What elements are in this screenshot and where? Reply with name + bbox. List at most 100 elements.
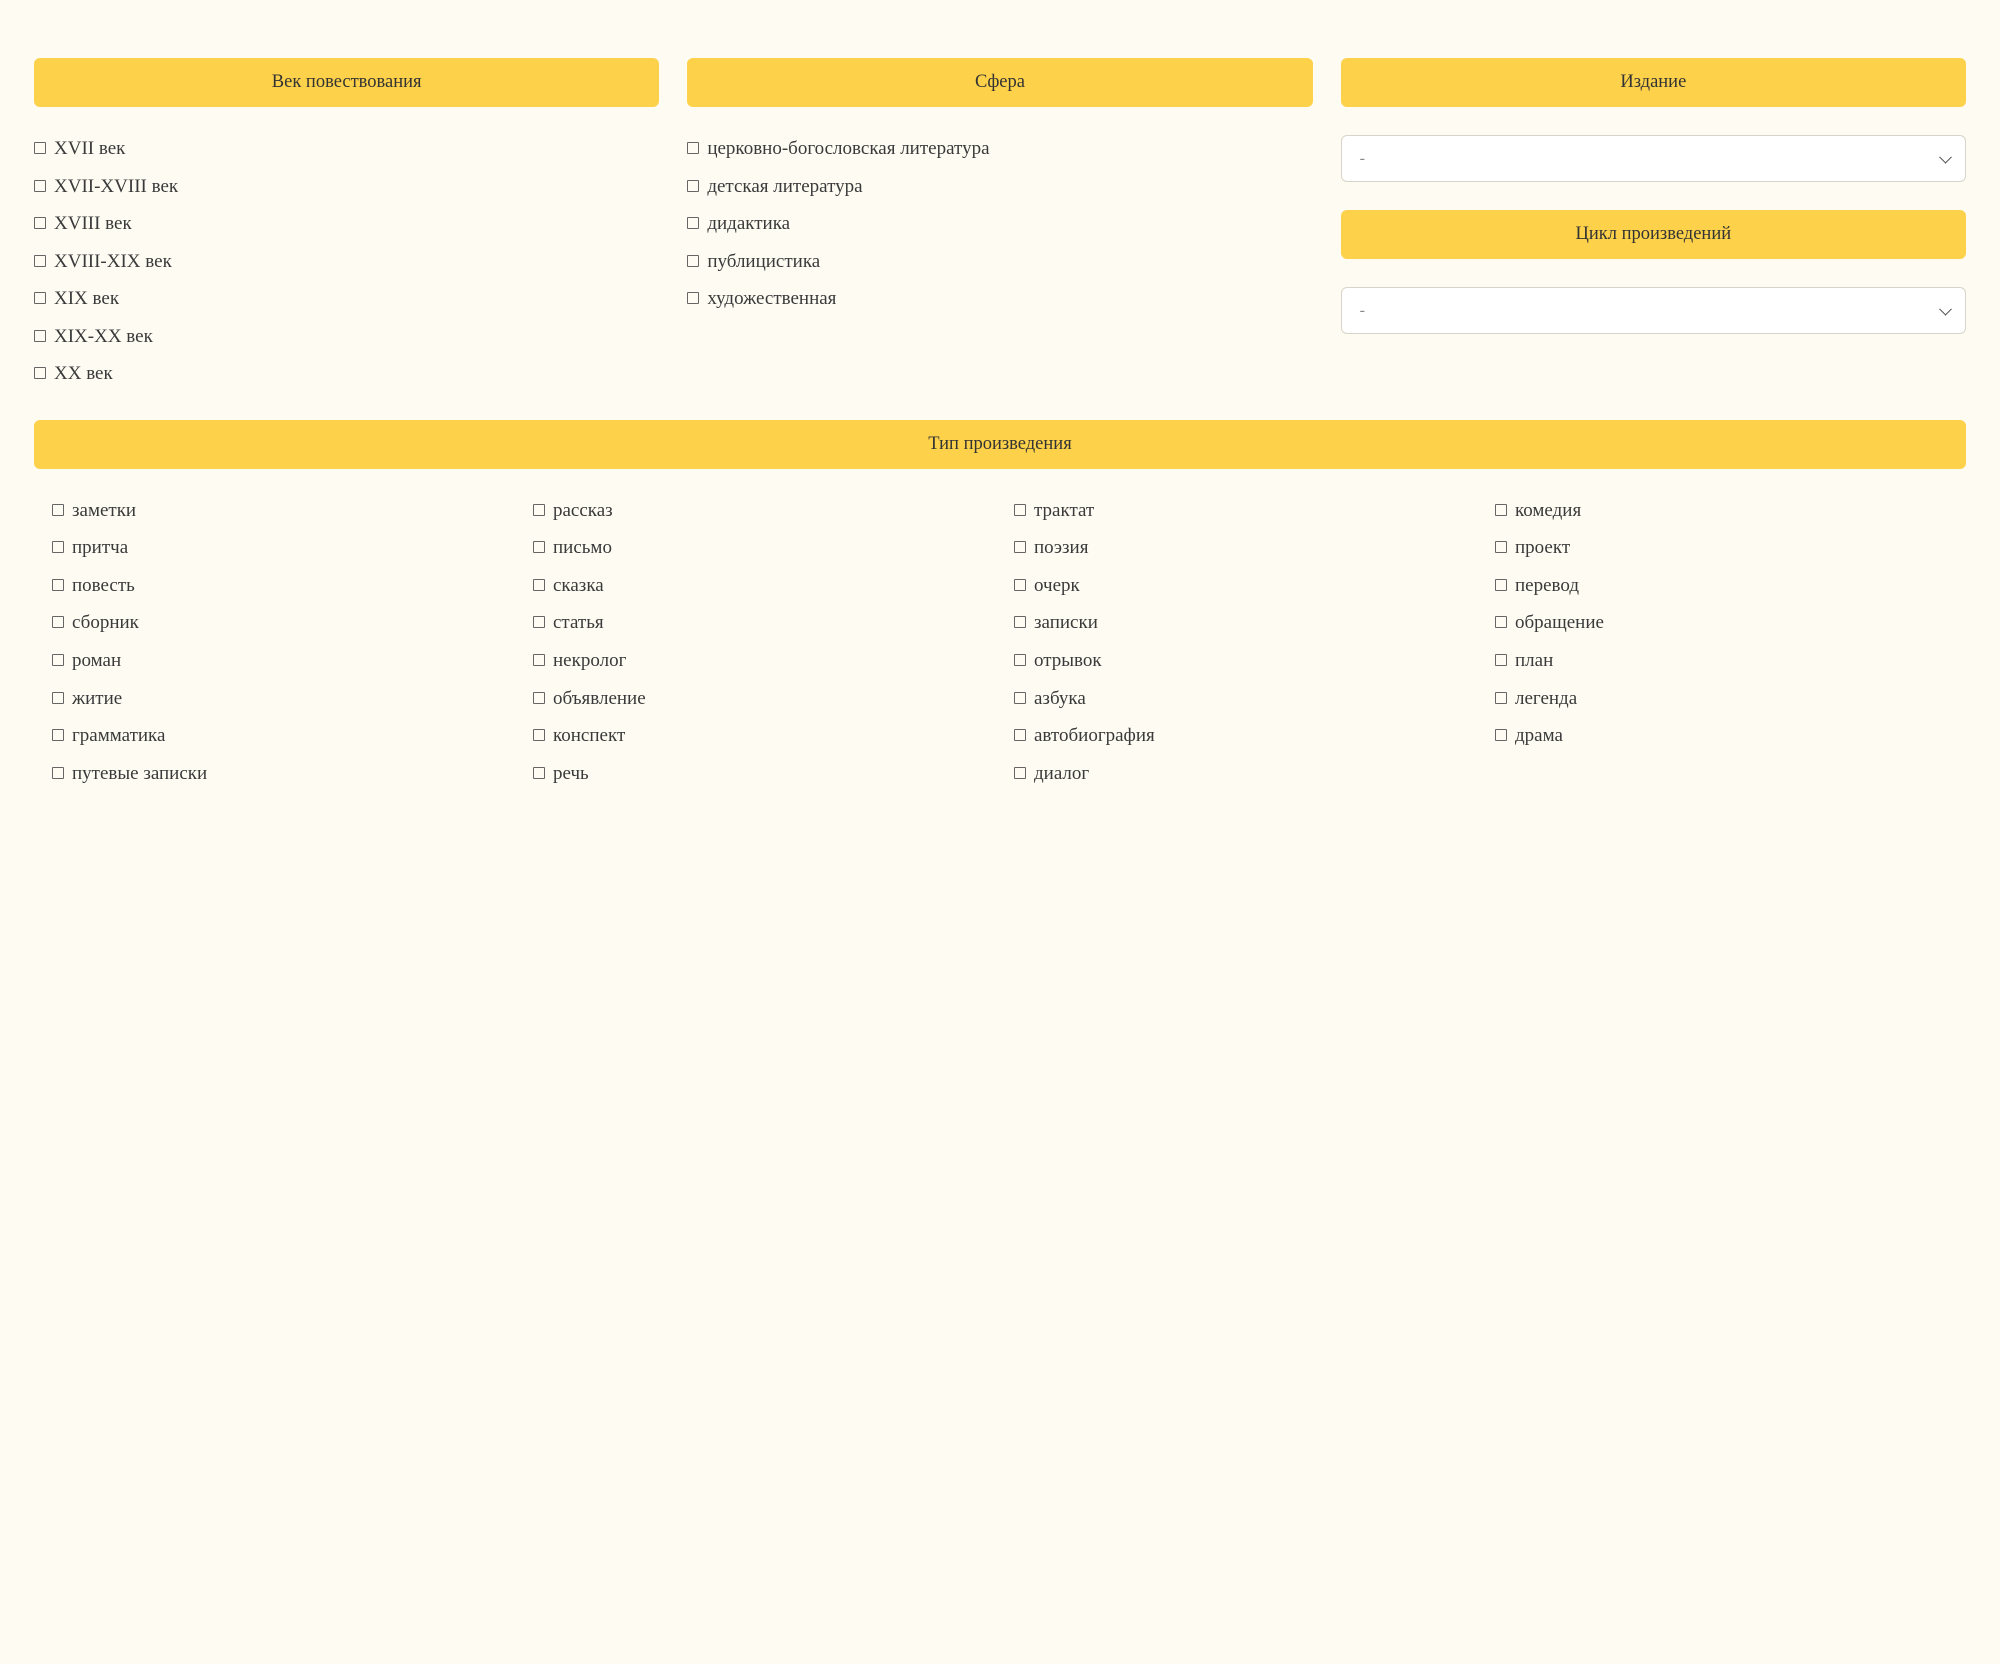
work-type-section: Тип произведения заметки притча повесть …	[34, 420, 1966, 787]
work-type-option[interactable]: заметки	[52, 497, 505, 525]
work-type-option[interactable]: обращение	[1495, 609, 1948, 637]
checkbox-icon[interactable]	[1495, 692, 1507, 704]
work-type-option[interactable]: перевод	[1495, 572, 1948, 600]
checkbox-icon[interactable]	[533, 616, 545, 628]
work-type-option[interactable]: грамматика	[52, 722, 505, 750]
century-option[interactable]: XIX-XX век	[34, 323, 659, 351]
checkbox-icon[interactable]	[34, 217, 46, 229]
sphere-option[interactable]: художественная	[687, 285, 1312, 313]
work-type-option[interactable]: азбука	[1014, 685, 1467, 713]
checkbox-icon[interactable]	[1014, 729, 1026, 741]
checkbox-icon[interactable]	[52, 729, 64, 741]
work-type-option[interactable]: притча	[52, 534, 505, 562]
century-option[interactable]: XVIII век	[34, 210, 659, 238]
checkbox-icon[interactable]	[687, 142, 699, 154]
work-type-option-label: речь	[553, 760, 589, 788]
work-type-option[interactable]: диалог	[1014, 760, 1467, 788]
work-type-option[interactable]: путевые записки	[52, 760, 505, 788]
work-type-option[interactable]: некролог	[533, 647, 986, 675]
sphere-option[interactable]: детская литература	[687, 173, 1312, 201]
work-type-option[interactable]: статья	[533, 609, 986, 637]
checkbox-icon[interactable]	[1014, 654, 1026, 666]
checkbox-icon[interactable]	[1495, 729, 1507, 741]
work-type-option[interactable]: план	[1495, 647, 1948, 675]
checkbox-icon[interactable]	[533, 692, 545, 704]
checkbox-icon[interactable]	[533, 579, 545, 591]
work-type-option[interactable]: трактат	[1014, 497, 1467, 525]
checkbox-icon[interactable]	[533, 729, 545, 741]
checkbox-icon[interactable]	[34, 142, 46, 154]
work-type-option[interactable]: проект	[1495, 534, 1948, 562]
checkbox-icon[interactable]	[52, 541, 64, 553]
sphere-option[interactable]: дидактика	[687, 210, 1312, 238]
checkbox-icon[interactable]	[1495, 504, 1507, 516]
work-type-option[interactable]: поэзия	[1014, 534, 1467, 562]
work-type-option-label: грамматика	[72, 722, 165, 750]
edition-select[interactable]: -	[1341, 135, 1966, 182]
checkbox-icon[interactable]	[1014, 504, 1026, 516]
checkbox-icon[interactable]	[34, 330, 46, 342]
checkbox-icon[interactable]	[34, 180, 46, 192]
work-type-option[interactable]: комедия	[1495, 497, 1948, 525]
checkbox-icon[interactable]	[1495, 616, 1507, 628]
checkbox-icon[interactable]	[1014, 541, 1026, 553]
work-type-option-label: поэзия	[1034, 534, 1088, 562]
work-type-option[interactable]: отрывок	[1014, 647, 1467, 675]
work-type-option[interactable]: роман	[52, 647, 505, 675]
century-option[interactable]: XIX век	[34, 285, 659, 313]
checkbox-icon[interactable]	[52, 579, 64, 591]
checkbox-icon[interactable]	[1014, 579, 1026, 591]
work-type-option[interactable]: драма	[1495, 722, 1948, 750]
century-option[interactable]: XVIII-XIX век	[34, 248, 659, 276]
work-type-option-label: легенда	[1515, 685, 1577, 713]
work-type-option[interactable]: конспект	[533, 722, 986, 750]
work-type-option[interactable]: автобиография	[1014, 722, 1467, 750]
checkbox-icon[interactable]	[52, 767, 64, 779]
checkbox-icon[interactable]	[687, 217, 699, 229]
checkbox-icon[interactable]	[533, 504, 545, 516]
work-type-option[interactable]: речь	[533, 760, 986, 788]
sphere-option-label: дидактика	[707, 210, 790, 238]
checkbox-icon[interactable]	[687, 292, 699, 304]
checkbox-icon[interactable]	[52, 616, 64, 628]
checkbox-icon[interactable]	[1014, 692, 1026, 704]
work-type-option[interactable]: записки	[1014, 609, 1467, 637]
checkbox-icon[interactable]	[533, 541, 545, 553]
work-type-option[interactable]: житие	[52, 685, 505, 713]
century-option[interactable]: XX век	[34, 360, 659, 388]
checkbox-icon[interactable]	[1014, 616, 1026, 628]
work-type-option[interactable]: рассказ	[533, 497, 986, 525]
sphere-option-label: публицистика	[707, 248, 820, 276]
work-type-option-label: рассказ	[553, 497, 613, 525]
century-option[interactable]: XVII-XVIII век	[34, 173, 659, 201]
checkbox-icon[interactable]	[34, 292, 46, 304]
sphere-option[interactable]: публицистика	[687, 248, 1312, 276]
checkbox-icon[interactable]	[1495, 541, 1507, 553]
sphere-option-label: детская литература	[707, 173, 862, 201]
checkbox-icon[interactable]	[533, 767, 545, 779]
work-type-option[interactable]: легенда	[1495, 685, 1948, 713]
checkbox-icon[interactable]	[687, 180, 699, 192]
checkbox-icon[interactable]	[533, 654, 545, 666]
work-type-option-label: некролог	[553, 647, 626, 675]
checkbox-icon[interactable]	[1014, 767, 1026, 779]
checkbox-icon[interactable]	[34, 367, 46, 379]
work-type-option[interactable]: повесть	[52, 572, 505, 600]
checkbox-icon[interactable]	[52, 654, 64, 666]
work-type-option[interactable]: очерк	[1014, 572, 1467, 600]
work-type-option[interactable]: письмо	[533, 534, 986, 562]
checkbox-icon[interactable]	[52, 692, 64, 704]
checkbox-icon[interactable]	[1495, 579, 1507, 591]
work-type-option[interactable]: сборник	[52, 609, 505, 637]
work-type-column: заметки притча повесть сборник роман жит…	[52, 497, 505, 787]
work-type-column: комедия проект перевод обращение план ле…	[1495, 497, 1948, 787]
work-type-option[interactable]: сказка	[533, 572, 986, 600]
checkbox-icon[interactable]	[52, 504, 64, 516]
checkbox-icon[interactable]	[687, 255, 699, 267]
century-option[interactable]: XVII век	[34, 135, 659, 163]
checkbox-icon[interactable]	[34, 255, 46, 267]
work-type-option[interactable]: объявление	[533, 685, 986, 713]
sphere-option[interactable]: церковно-богословская литература	[687, 135, 1312, 163]
checkbox-icon[interactable]	[1495, 654, 1507, 666]
cycle-select[interactable]: -	[1341, 287, 1966, 334]
